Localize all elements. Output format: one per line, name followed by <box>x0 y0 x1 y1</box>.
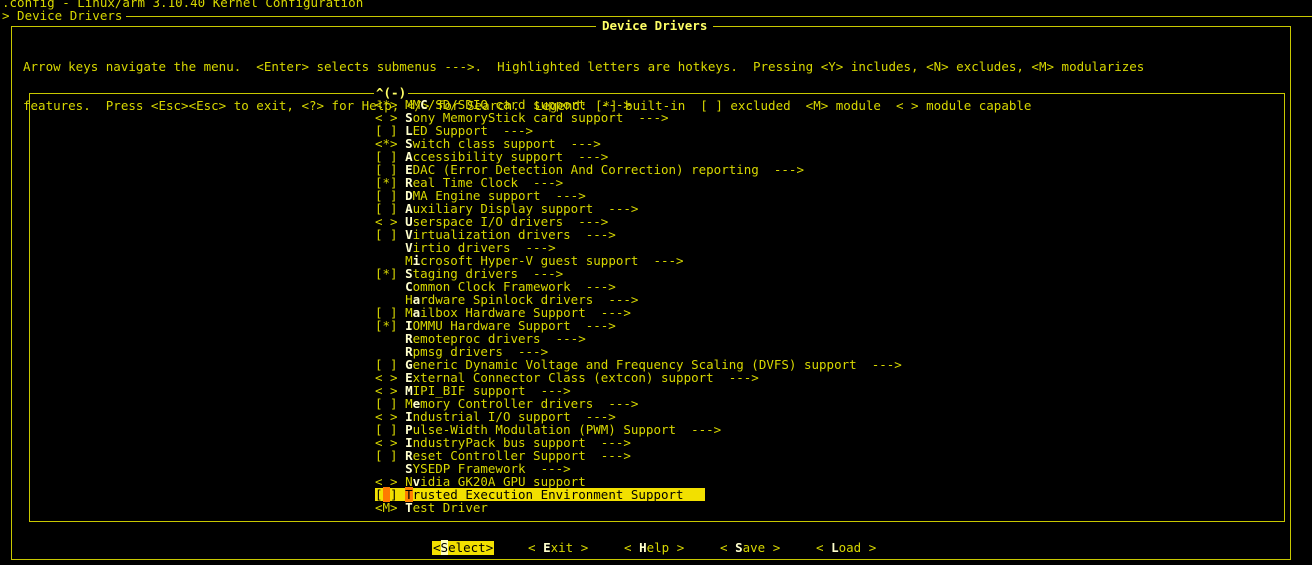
breadcrumb: > Device Drivers <box>2 8 123 23</box>
button-bracket-left: < <box>433 540 441 555</box>
menu-item-gap <box>398 500 406 515</box>
instructions-line-1: Arrow keys navigate the menu. <Enter> se… <box>23 59 1145 74</box>
button-label: xit > <box>550 540 589 555</box>
button-bar[interactable]: <Select> < Exit > < Help > < Save > < Load > <box>0 540 1312 555</box>
button-hotkey: E <box>543 540 551 555</box>
button-load[interactable]: < Load > <box>815 541 877 555</box>
button-bracket-left: < <box>816 540 832 555</box>
button-hotkey: H <box>639 540 647 555</box>
button-bracket-left: < <box>720 540 736 555</box>
button-help[interactable]: < Help > <box>623 541 685 555</box>
button-hotkey: L <box>831 540 839 555</box>
menu-item-list[interactable]: <*> MMC/SD/SDIO card support ---> < > Son… <box>375 98 902 514</box>
button-label: oad > <box>838 540 877 555</box>
button-bracket-left: < <box>528 540 544 555</box>
button-hotkey: S <box>735 540 743 555</box>
menu-item[interactable]: <M> Test Driver <box>375 501 705 514</box>
dialog-title: Device Drivers <box>596 19 714 32</box>
button-select[interactable]: <Select> <box>432 540 495 555</box>
button-label: ave > <box>742 540 781 555</box>
menu-item-tag: <M> <box>375 500 398 515</box>
menu-item-hotkey: T <box>405 500 413 515</box>
breadcrumb-rule <box>126 16 1312 17</box>
button-label: elect> <box>448 540 494 555</box>
button-hotkey: S <box>440 540 449 555</box>
button-exit[interactable]: < Exit > <box>527 541 589 555</box>
scroll-up-indicator-icon: ^(-) <box>374 85 409 100</box>
menu-item-label: est Driver <box>412 500 488 515</box>
button-bracket-left: < <box>624 540 640 555</box>
button-save[interactable]: < Save > <box>719 541 781 555</box>
button-label: elp > <box>646 540 685 555</box>
